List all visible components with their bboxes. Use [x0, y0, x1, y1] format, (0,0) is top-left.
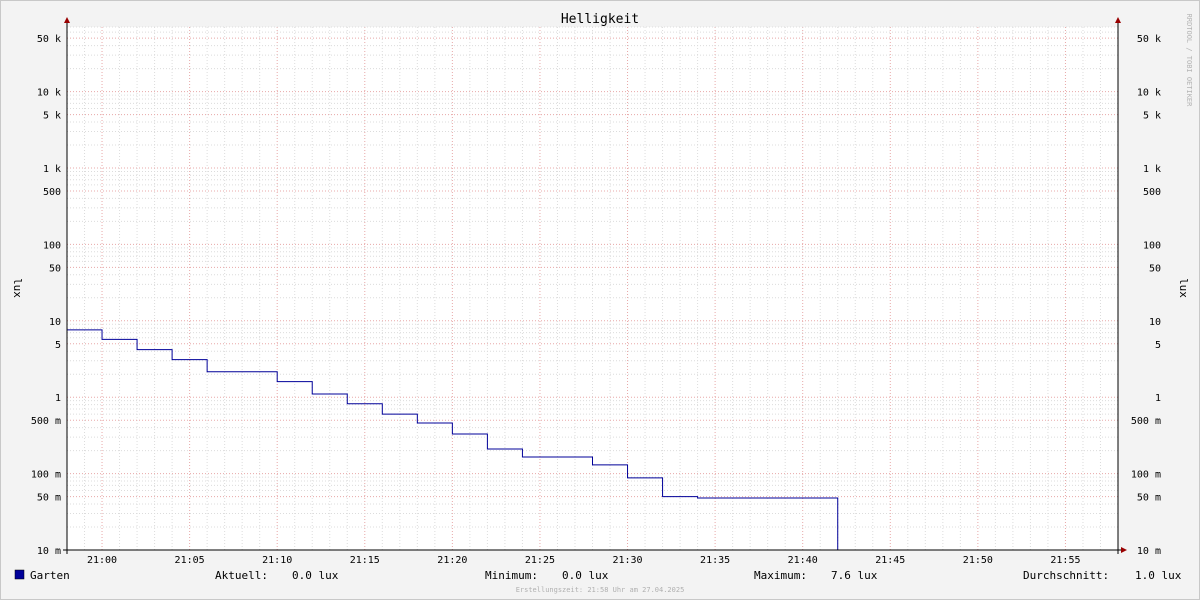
y-tick-label-left: 5: [55, 340, 61, 351]
footer-timestamp: Erstellungszeit: 21:58 Uhr am 27.04.2025: [516, 586, 685, 594]
x-tick-label: 21:45: [875, 555, 905, 566]
legend-entry: Garten: [30, 569, 70, 582]
stat-minimum-value: 0.0 lux: [562, 569, 609, 582]
stat-average-label: Durchschnitt:: [1023, 569, 1109, 582]
stat-current-label: Aktuell:: [215, 569, 268, 582]
y-tick-label-left: 1 k: [43, 164, 61, 175]
y-tick-label-right: 1 k: [1143, 164, 1161, 175]
y-tick-label-left: 100: [43, 240, 61, 251]
y-tick-label-right: 500: [1143, 187, 1161, 198]
legend-swatch: [14, 569, 25, 580]
y-tick-label-right: 50: [1149, 263, 1161, 274]
x-tick-label: 21:10: [262, 555, 292, 566]
x-tick-label: 21:30: [612, 555, 642, 566]
y-tick-label-right: 100: [1143, 240, 1161, 251]
stat-current-value: 0.0 lux: [292, 569, 339, 582]
y-tick-label-right: 500 m: [1131, 416, 1161, 427]
x-tick-label: 21:35: [700, 555, 730, 566]
y-tick-label-left: 50: [49, 263, 61, 274]
stat-maximum-value: 7.6 lux: [831, 569, 878, 582]
y-tick-label-left: 5 k: [43, 111, 61, 122]
y-tick-label-right: 50 m: [1137, 493, 1161, 504]
y-tick-label-left: 10 k: [37, 88, 61, 99]
stat-maximum-label: Maximum:: [754, 569, 807, 582]
x-tick-label: 21:20: [437, 555, 467, 566]
x-tick-label: 21:00: [87, 555, 117, 566]
y-tick-label-left: 10 m: [37, 546, 61, 557]
y-tick-label-right: 10 k: [1137, 88, 1161, 99]
y-tick-label-left: 50 k: [37, 34, 61, 45]
y-tick-label-right: 50 k: [1137, 34, 1161, 45]
brightness-chart: 50 k 50 k10 k 10 k5 k5 k1 k1 k500 500100 100…: [0, 0, 1200, 600]
y-axis-label-left: lux: [11, 278, 24, 298]
y-tick-label-right: 10: [1149, 317, 1161, 328]
x-tick-label: 21:05: [175, 555, 205, 566]
y-tick-label-right: 10 m: [1137, 546, 1161, 557]
x-tick-label: 21:55: [1050, 555, 1080, 566]
stat-average-value: 1.0 lux: [1135, 569, 1182, 582]
y-tick-label-right: 5: [1155, 340, 1161, 351]
y-tick-label-right: 1: [1155, 393, 1161, 404]
x-tick-label: 21:50: [963, 555, 993, 566]
y-tick-label-left: 50 m: [37, 493, 61, 504]
x-tick-label: 21:25: [525, 555, 555, 566]
x-tick-label: 21:40: [788, 555, 818, 566]
stat-minimum-label: Minimum:: [485, 569, 538, 582]
y-tick-label-right: 100 m: [1131, 470, 1161, 481]
y-tick-label-left: 500 m: [31, 416, 61, 427]
chart-title: Helligkeit: [561, 12, 639, 27]
y-axis-label-right: lux: [1177, 278, 1190, 298]
y-tick-label-left: 10: [49, 317, 61, 328]
watermark: RRDTOOL / TOBI OETIKER: [1185, 14, 1193, 108]
grid: [67, 26, 1118, 550]
y-tick-label-right: 5 k: [1143, 111, 1161, 122]
y-tick-label-left: 100 m: [31, 470, 61, 481]
y-tick-label-left: 500: [43, 187, 61, 198]
y-tick-label-left: 1: [55, 393, 61, 404]
x-tick-label: 21:15: [350, 555, 380, 566]
